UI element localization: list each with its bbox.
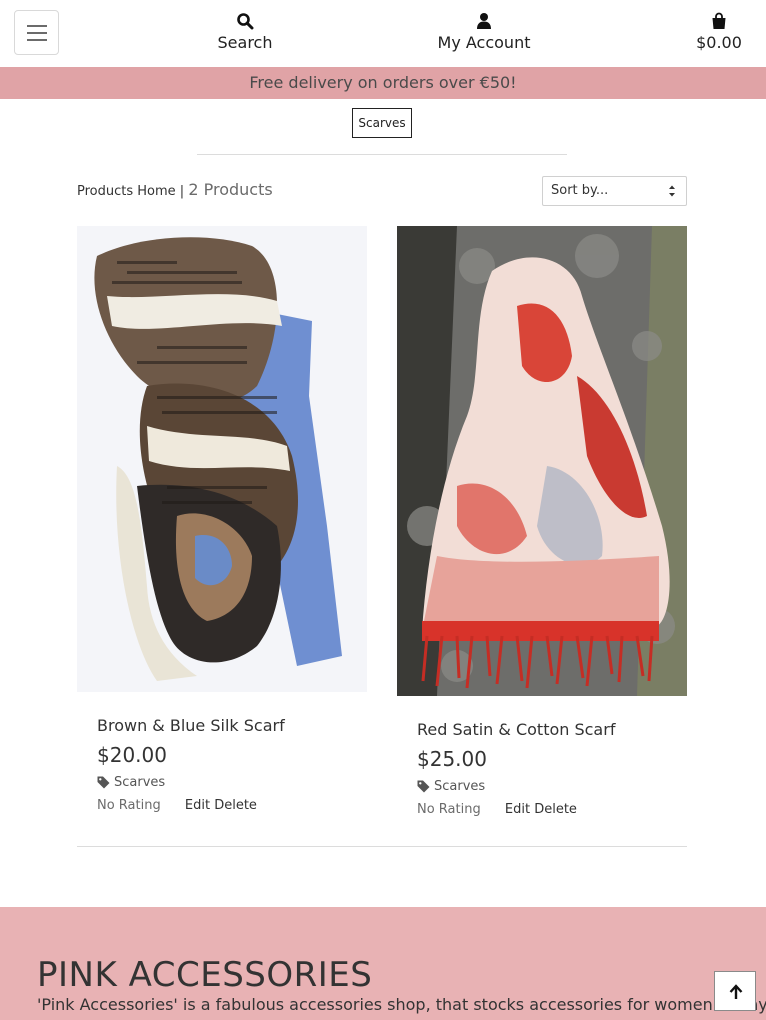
top-navbar: Search My Account $0.00 (0, 0, 766, 67)
menu-toggle-button[interactable] (14, 10, 59, 55)
tag-icon (97, 776, 110, 789)
delivery-banner: Free delivery on orders over €50! (0, 67, 766, 99)
edit-link[interactable]: Edit (505, 802, 530, 817)
product-card: Red Satin & Cotton Scarf $25.00 Scarves … (397, 226, 687, 817)
my-account-label: My Account (437, 33, 531, 52)
product-rating: No Rating (417, 802, 481, 817)
category-filter-scarves[interactable]: Scarves (352, 108, 412, 138)
footer: PINK ACCESSORIES 'Pink Accessories' is a… (0, 907, 766, 1020)
product-category: Scarves (434, 779, 486, 794)
product-category-link[interactable]: Scarves (417, 779, 687, 794)
footer-description: 'Pink Accessories' is a fabulous accesso… (37, 995, 766, 1014)
tag-icon (417, 780, 430, 793)
search-label: Search (217, 33, 273, 52)
hamburger-menu-icon (27, 25, 47, 27)
product-category: Scarves (114, 775, 166, 790)
delete-link[interactable]: Delete (534, 802, 577, 817)
product-admin-links: Edit Delete (505, 802, 577, 817)
product-name[interactable]: Brown & Blue Silk Scarf (97, 716, 367, 735)
product-price: $20.00 (97, 743, 167, 767)
product-meta: No Rating Edit Delete (417, 802, 687, 817)
product-image-red-satin-scarf[interactable] (397, 226, 687, 696)
edit-link[interactable]: Edit (185, 798, 210, 813)
sort-selected-value: Sort by... (551, 183, 609, 198)
product-image-brown-blue-scarf[interactable] (77, 226, 367, 692)
sort-caret-icon (669, 185, 675, 197)
divider (197, 154, 567, 155)
search-link[interactable]: Search (205, 12, 285, 52)
bag-total: $0.00 (696, 33, 742, 52)
product-admin-links: Edit Delete (185, 798, 257, 813)
my-account-link[interactable]: My Account (424, 12, 544, 52)
product-count: 2 Products (188, 180, 273, 199)
sort-select[interactable]: Sort by... (542, 176, 687, 206)
product-rating: No Rating (97, 798, 161, 813)
product-info: Red Satin & Cotton Scarf $25.00 Scarves … (397, 720, 687, 817)
shopping-bag-icon (712, 12, 726, 29)
product-category-link[interactable]: Scarves (97, 775, 367, 790)
product-card: Brown & Blue Silk Scarf $20.00 Scarves N… (77, 226, 367, 813)
user-icon (477, 13, 491, 29)
product-price: $25.00 (417, 747, 487, 771)
product-info: Brown & Blue Silk Scarf $20.00 Scarves N… (77, 716, 367, 813)
arrow-up-icon (729, 984, 743, 999)
footer-title: PINK ACCESSORIES (37, 955, 373, 995)
divider (77, 846, 687, 847)
search-icon (237, 13, 254, 30)
product-name[interactable]: Red Satin & Cotton Scarf (417, 720, 687, 739)
back-to-top-button[interactable] (714, 971, 756, 1011)
product-meta: No Rating Edit Delete (97, 798, 367, 813)
results-separator: | (179, 184, 185, 199)
results-summary: Products Home | 2 Products (77, 180, 273, 199)
products-home-link[interactable]: Products Home (77, 184, 176, 199)
delete-link[interactable]: Delete (214, 798, 257, 813)
shopping-bag-link[interactable]: $0.00 (688, 12, 750, 52)
